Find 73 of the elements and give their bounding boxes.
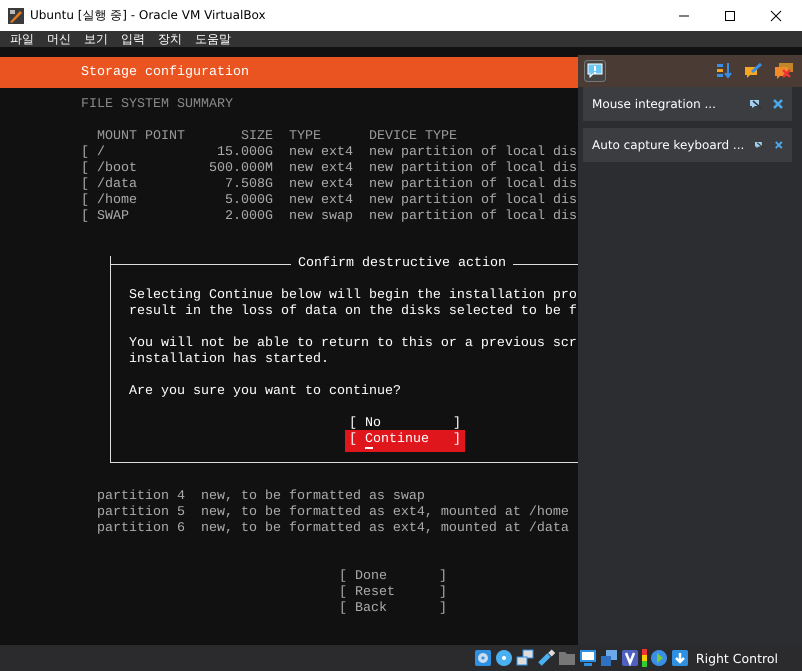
table-cell-text: 500.000M bbox=[209, 161, 274, 177]
table-cell-text: /boot bbox=[97, 161, 138, 177]
table-cell-text: 15.000G bbox=[216, 145, 274, 161]
dialog-text: You will not be able to return to this or a previous scr bbox=[129, 336, 578, 352]
table-cell: new partition of local dis bbox=[369, 193, 577, 209]
keyboard-capture-icon[interactable] bbox=[670, 649, 689, 667]
dialog-button[interactable]: [ No ] bbox=[347, 416, 463, 432]
table-cell-text: /data bbox=[97, 177, 138, 193]
table-cell-text: / bbox=[97, 145, 106, 161]
table-cell-text: SWAP bbox=[97, 209, 130, 225]
dialog-button[interactable]: [ Continue ] bbox=[347, 432, 463, 450]
menu-button[interactable]: [ Back ] bbox=[337, 601, 449, 617]
column-header: DEVICE TYPE bbox=[369, 129, 458, 145]
row-bracket: [ bbox=[81, 177, 90, 193]
menu-item[interactable]: 입력 bbox=[121, 31, 145, 47]
sort-down-icon[interactable] bbox=[716, 62, 734, 80]
clear-messages-icon[interactable] bbox=[774, 62, 794, 80]
cpu-v-icon[interactable] bbox=[620, 649, 639, 667]
column-header: SIZE bbox=[240, 129, 274, 145]
partition-line: partition 5 new, to be formatted as ext4, mounted at /home bbox=[97, 505, 570, 521]
partition-line: partition 4 new, to be formatted as swap bbox=[97, 489, 426, 505]
table-cell-text: new ext4 bbox=[289, 145, 354, 161]
row-bracket: [ bbox=[81, 209, 90, 225]
table-cell-text: /home bbox=[97, 193, 138, 209]
table-cell-text: 5.000G bbox=[224, 193, 274, 209]
menu-button[interactable]: [ Reset ] bbox=[337, 585, 449, 601]
column-header: TYPE bbox=[289, 129, 322, 145]
table-cell-text: new ext4 bbox=[289, 177, 354, 193]
capture-icon[interactable] bbox=[600, 649, 618, 667]
table-cell-text: 7.508G bbox=[224, 177, 274, 193]
display-icon[interactable] bbox=[578, 649, 597, 667]
dialog-text: Are you sure you want to continue? bbox=[129, 384, 402, 400]
partition-line: partition 6 new, to be formatted as ext4, mounted at /data bbox=[97, 521, 570, 537]
menu-item[interactable]: 도움말 bbox=[195, 31, 231, 47]
column-header: MOUNT POINT bbox=[97, 129, 186, 145]
dialog-title: Confirm destructive action bbox=[297, 256, 507, 272]
row-bracket: [ bbox=[81, 145, 90, 161]
row-bracket: [ bbox=[81, 161, 90, 177]
table-cell: new partition of local dis bbox=[369, 161, 577, 177]
close-icon[interactable] bbox=[770, 10, 782, 22]
dialog-text: result in the loss of data on the disks selected to be f bbox=[129, 304, 578, 320]
pin-message-icon[interactable] bbox=[744, 62, 764, 80]
table-cell-text: new ext4 bbox=[289, 193, 354, 209]
optical-disc-icon[interactable] bbox=[494, 649, 513, 667]
table-cell-text: new ext4 bbox=[289, 161, 354, 177]
pin-icon[interactable] bbox=[755, 140, 764, 150]
menu-button[interactable]: [ Done ] bbox=[337, 569, 449, 585]
row-bracket: [ bbox=[81, 193, 90, 209]
table-cell-text: 2.000G bbox=[224, 209, 274, 225]
activity-meter-icon bbox=[642, 649, 647, 667]
table-cell: new partition of local dis bbox=[369, 177, 577, 193]
screen-title: Storage configuration bbox=[81, 64, 249, 80]
menu-item[interactable]: 파일 bbox=[10, 31, 34, 47]
menu-item[interactable]: 보기 bbox=[84, 31, 108, 47]
pin-icon[interactable] bbox=[750, 99, 762, 109]
menu-item[interactable]: 장치 bbox=[158, 31, 182, 47]
usb-icon[interactable] bbox=[536, 649, 555, 667]
network-icon[interactable] bbox=[516, 649, 534, 667]
mouse-integration-icon[interactable] bbox=[650, 649, 668, 667]
section-heading: FILE SYSTEM SUMMARY bbox=[81, 97, 233, 113]
table-cell-text: new swap bbox=[289, 209, 354, 225]
table-cell: new partition of local dis bbox=[369, 209, 577, 225]
window-title: Ubuntu [실행 중] - Oracle VM VirtualBox bbox=[30, 7, 266, 24]
notification-text: Auto capture keyboard ... bbox=[592, 138, 744, 152]
menu-item[interactable]: 머신 bbox=[47, 31, 71, 47]
host-key-label: Right Control bbox=[696, 650, 778, 666]
dialog-text: Selecting Continue below will begin the installation pro bbox=[129, 288, 578, 304]
app-icon bbox=[8, 8, 24, 24]
dialog-text: installation has started. bbox=[129, 352, 330, 368]
notification-text: Mouse integration ... bbox=[592, 97, 717, 111]
message-icon[interactable] bbox=[584, 60, 606, 82]
maximize-icon[interactable] bbox=[724, 10, 736, 22]
table-cell: new partition of local dis bbox=[369, 145, 577, 161]
